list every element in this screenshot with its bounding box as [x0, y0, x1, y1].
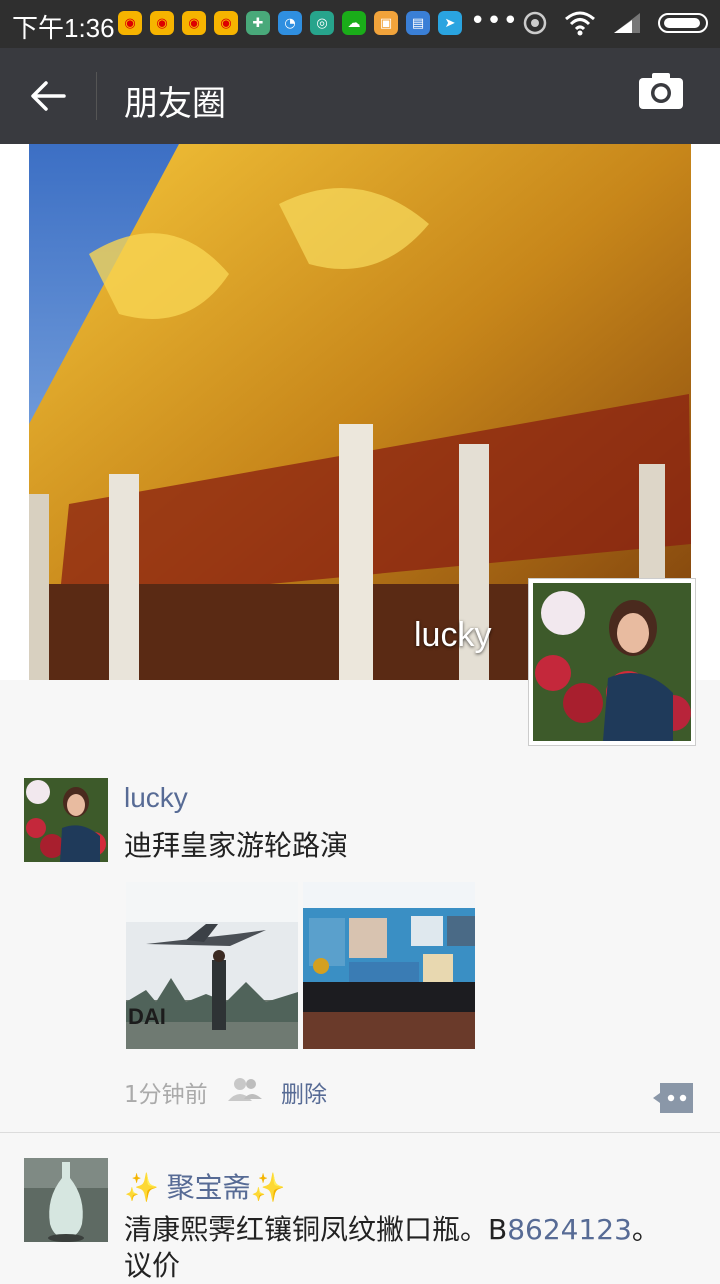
post-timestamp: 1分钟前 [124, 1082, 208, 1108]
post-text-main: 清康熙霁红镶铜凤纹撇口瓶。B [124, 1213, 508, 1246]
message-icon: ▤ [406, 11, 430, 35]
post-text-number-link[interactable]: 8624123 [507, 1213, 632, 1246]
page-title: 朋友圈 [124, 84, 226, 124]
vase-avatar-image [24, 1158, 108, 1242]
status-time: 下午1:36 [12, 13, 115, 43]
moment-post: ✨ 聚宝斋✨ 清康熙霁红镶铜凤纹撇口瓶。B8624123。 议价 [0, 1156, 720, 1282]
browser-icon: ◔ [278, 11, 302, 35]
status-bar: 下午1:36 ◉ ◉ ◉ ◉ ✚ ◔ ◎ ☁ ▣ ▤ ➤ ••• [0, 0, 720, 48]
weibo-icon: ◉ [118, 11, 142, 35]
moment-post: lucky 迪拜皇家游轮路演 DAI 1分钟前 删除 [0, 776, 720, 1132]
gift-icon: ▣ [374, 11, 398, 35]
telegram-icon: ➤ [438, 11, 462, 35]
notification-icons: ◉ ◉ ◉ ◉ ✚ ◔ ◎ ☁ ▣ ▤ ➤ [118, 11, 462, 35]
wifi-icon [565, 11, 595, 36]
camera-button[interactable] [638, 72, 694, 120]
weibo-icon: ◉ [182, 11, 206, 35]
event-stage-photo [303, 882, 475, 1049]
wechat-icon: ☁ [342, 11, 366, 35]
post-author[interactable]: lucky [124, 782, 188, 814]
post-image[interactable]: DAI [126, 882, 298, 1049]
author-avatar-image [24, 778, 108, 862]
cover-username: lucky [414, 616, 492, 654]
signal-icon [614, 13, 640, 33]
airport-photo: DAI [126, 882, 298, 1049]
app-bar-divider [96, 72, 97, 120]
post-author[interactable]: ✨ 聚宝斋✨ [124, 1166, 286, 1206]
app-icon: ◎ [310, 11, 334, 35]
post-separator [0, 1132, 720, 1133]
delete-link[interactable]: 删除 [281, 1075, 327, 1109]
profile-avatar[interactable] [528, 578, 696, 746]
more-notifications-icon: ••• [470, 6, 520, 36]
post-text-end: 。 [631, 1213, 660, 1246]
back-arrow-icon [31, 81, 66, 111]
post-avatar[interactable] [24, 778, 108, 862]
shield-icon: ✚ [246, 11, 270, 35]
post-image[interactable] [303, 882, 475, 1049]
app-bar: 朋友圈 [0, 48, 720, 144]
post-text: 迪拜皇家游轮路演 [124, 829, 349, 862]
avatar-photo [533, 583, 691, 741]
sync-icon [523, 11, 547, 35]
weibo-icon: ◉ [150, 11, 174, 35]
post-text-line2: 议价 [124, 1249, 181, 1282]
visibility-people-icon [228, 1078, 262, 1101]
system-icons [522, 10, 708, 36]
battery-icon [658, 13, 708, 33]
post-avatar[interactable] [24, 1158, 108, 1242]
post-text: 清康熙霁红镶铜凤纹撇口瓶。B8624123。 议价 [124, 1212, 704, 1284]
comment-more-button[interactable] [652, 1082, 694, 1114]
camera-icon [639, 73, 683, 109]
back-button[interactable] [20, 68, 76, 124]
weibo-icon: ◉ [214, 11, 238, 35]
photo-text-dubai: DAI [128, 1004, 166, 1029]
